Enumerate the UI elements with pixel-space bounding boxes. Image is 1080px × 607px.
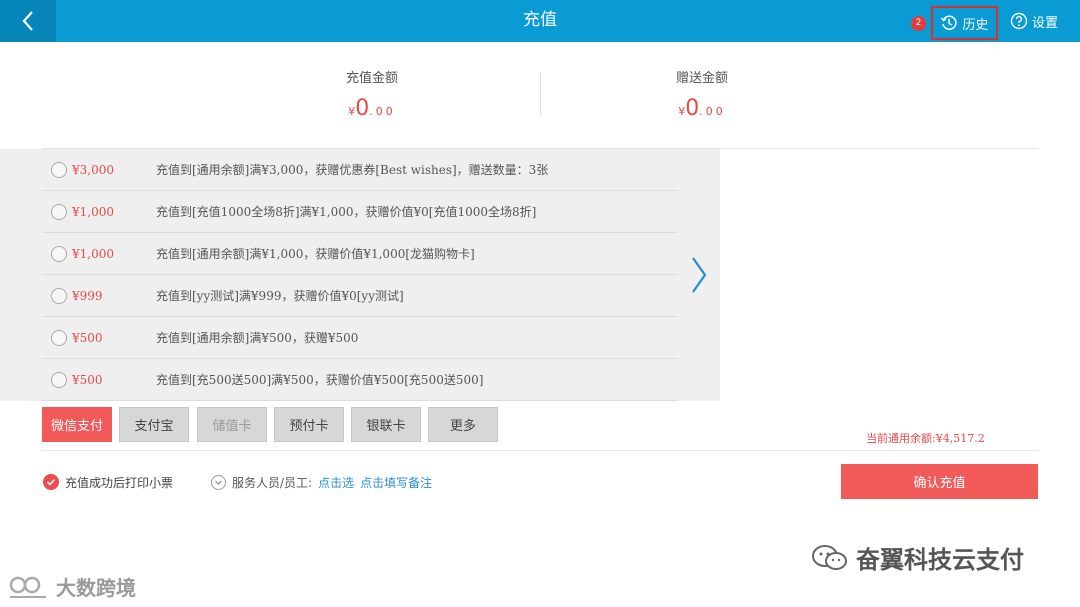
recharge-option-row[interactable]: ¥500 充值到[通用余额]满¥500，获赠¥500 [42,317,678,359]
recharge-amount-value: ¥0.00 [242,96,502,121]
pay-method-wechat-button[interactable]: 微信支付 [42,407,112,442]
watermark-left-text: 大数跨境 [56,576,136,600]
recharge-amount-block: 充值金额 ¥0.00 [242,67,502,121]
option-price: ¥3,000 [72,162,114,177]
option-radio[interactable] [51,329,67,346]
option-description: 充值到[通用余额]满¥500，获赠¥500 [156,331,359,345]
option-description: 充值到[yy测试]满¥999，获赠价值¥0[yy测试] [156,289,404,303]
pay-method-prepaid-card-button[interactable]: 预付卡 [274,407,344,442]
recharge-option-row[interactable]: ¥3,000 充值到[通用余额]满¥3,000，获赠优惠券[Best wishe… [42,149,678,191]
recharge-amount-integer: 0 [355,96,370,121]
pay-method-alipay-button[interactable]: 支付宝 [119,407,189,442]
confirm-recharge-button[interactable]: 确认充值 [841,464,1038,499]
pay-method-more-button[interactable]: 更多 [428,407,498,442]
option-price: ¥500 [72,330,103,345]
select-staff-link[interactable]: 点击选 [318,474,354,491]
top-bar: 充值 2 历史 设置 [0,0,1080,42]
option-radio[interactable] [51,371,67,388]
option-price: ¥500 [72,372,103,387]
option-radio[interactable] [51,287,67,304]
staff-label: 服务人员/员工: [232,475,313,490]
recharge-amount-label: 充值金额 [345,71,398,86]
history-button[interactable]: 历史 [931,6,998,40]
chevron-left-icon [22,11,33,31]
wechat-icon [812,544,847,570]
pay-method-unionpay-button[interactable]: 银联卡 [351,407,421,442]
recharge-option-row[interactable]: ¥1,000 充值到[通用余额]满¥1,000，获赠价值¥1,000[龙猫购物卡… [42,233,678,275]
recharge-option-row[interactable]: ¥999 充值到[yy测试]满¥999，获赠价值¥0[yy测试] [42,275,678,317]
gift-amount-integer: 0 [685,96,700,121]
help-circle-icon [1010,12,1028,30]
gift-amount-block: 赠送金额 ¥0.00 [572,67,832,121]
checkmark-icon[interactable] [43,474,59,490]
staff-selector: 服务人员/员工: 点击选 点击填写备注 [211,472,432,492]
notification-badge: 2 [911,16,926,31]
recharge-option-row[interactable]: ¥500 充值到[充500送500]满¥500，获赠价值¥500[充500送50… [42,359,678,401]
watermark-brand-right: 奋翼科技云支付 [810,540,1024,575]
option-radio[interactable] [51,161,67,178]
footer-divider [42,450,1038,451]
option-price: ¥1,000 [72,246,114,261]
settings-label: 设置 [1032,15,1059,31]
back-button[interactable] [0,0,56,42]
chevron-down-icon[interactable] [211,474,226,490]
pay-method-stored-card-button[interactable]: 储值卡 [197,407,267,442]
gift-amount-label: 赠送金额 [675,71,728,86]
option-price: ¥999 [72,288,103,303]
print-receipt-label: 充值成功后打印小票 [65,475,174,490]
watermark-right-text: 奋翼科技云支付 [856,546,1024,574]
history-label: 历史 [962,17,989,33]
gift-amount-value: ¥0.00 [572,96,832,121]
option-radio[interactable] [51,245,67,262]
settings-button[interactable]: 设置 [1010,9,1058,33]
option-description: 充值到[充500送500]满¥500，获赠价值¥500[充500送500] [156,373,484,387]
brand-logo-icon [9,576,46,598]
option-description: 充值到[通用余额]满¥1,000，获赠价值¥1,000[龙猫购物卡] [156,247,475,261]
option-description: 充值到[通用余额]满¥3,000，获赠优惠券[Best wishes]，赠送数量… [156,163,549,177]
option-description: 充值到[充值1000全场8折]满¥1,000，获赠价值¥0[充值1000全场8折… [156,205,537,219]
option-price: ¥1,000 [72,204,114,219]
add-note-link[interactable]: 点击填写备注 [360,474,432,491]
current-balance-text: 当前通用余额:¥4,517.2 [866,432,985,445]
recharge-option-row[interactable]: ¥1,000 充值到[充值1000全场8折]满¥1,000，获赠价值¥0[充值1… [42,191,678,233]
recharge-option-list: ¥3,000 充值到[通用余额]满¥3,000，获赠优惠券[Best wishe… [0,149,720,401]
history-icon [941,15,958,30]
next-page-arrow-icon[interactable] [688,254,710,296]
summary-divider [540,73,541,115]
option-radio[interactable] [51,203,67,220]
print-receipt-option[interactable]: 充值成功后打印小票 [43,472,173,492]
gift-amount-decimal: .00 [699,105,726,118]
recharge-amount-decimal: .00 [369,105,396,118]
watermark-brand-left: 大数跨境 [8,572,136,601]
